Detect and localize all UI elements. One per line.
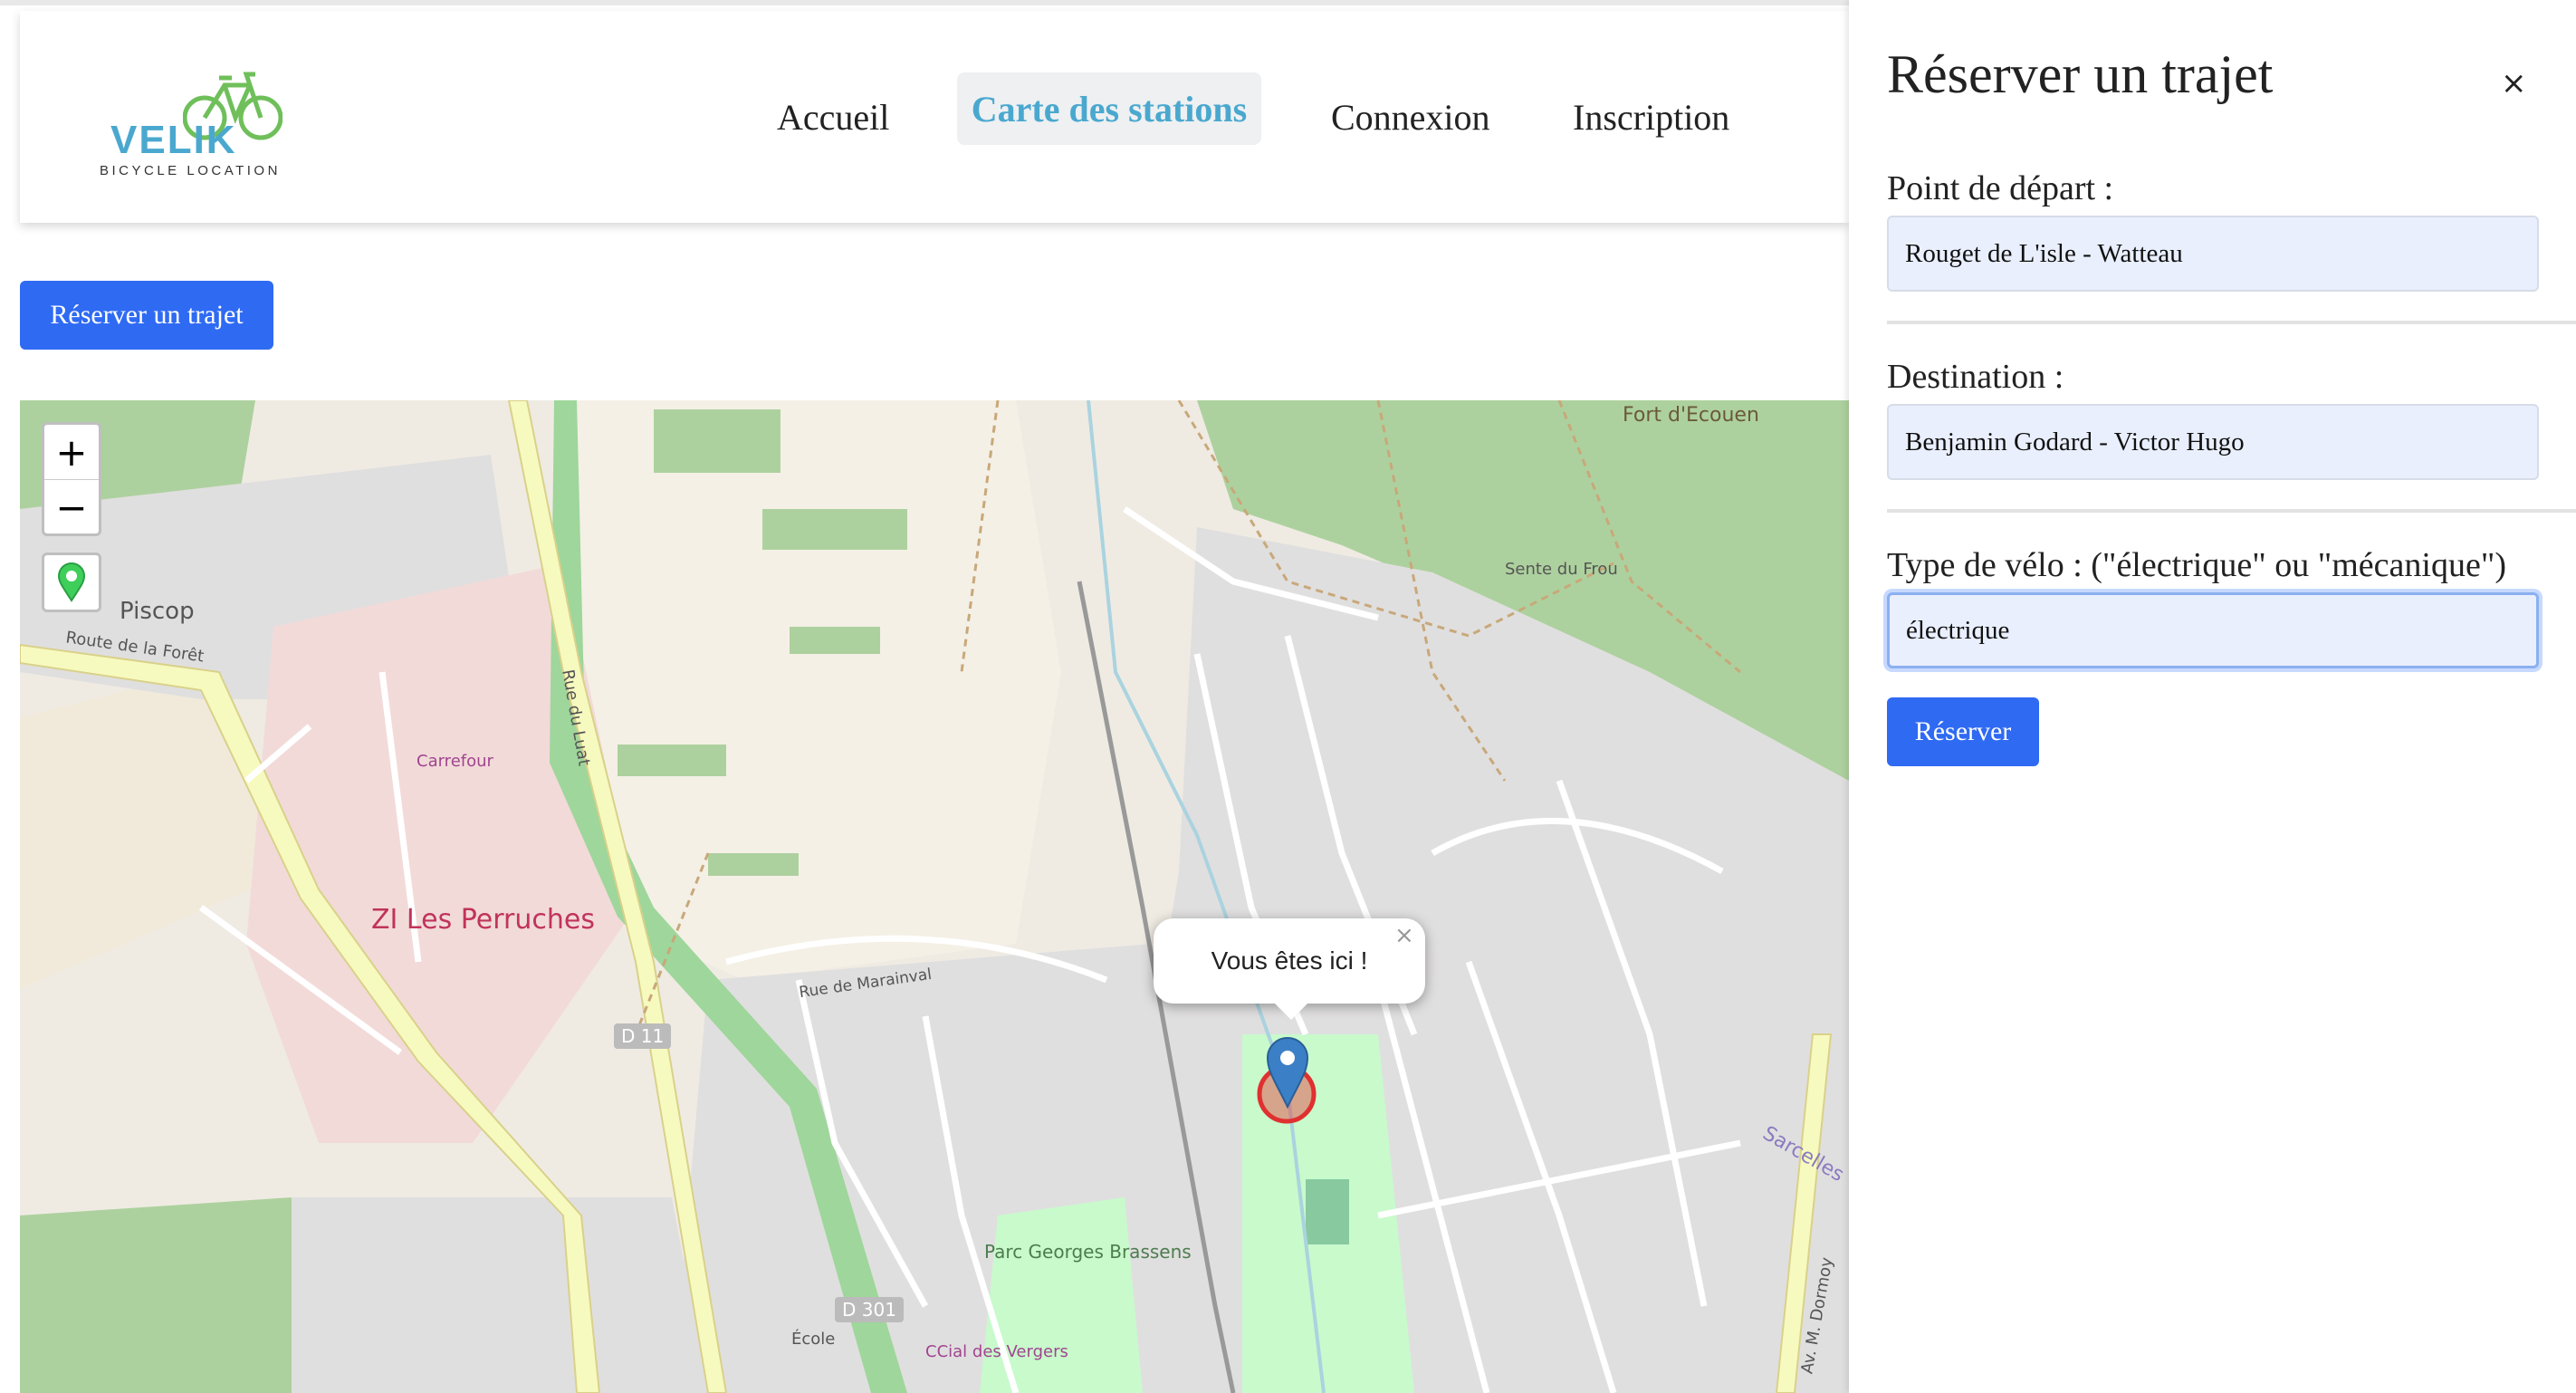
map-label-zi-perruches: ZI Les Perruches <box>371 904 595 936</box>
departure-input[interactable]: Rouget de L'isle - Watteau <box>1887 216 2539 292</box>
map-label-fort-ecouen: Fort d'Ecouen <box>1623 404 1759 427</box>
brand-logo[interactable]: VELIK BICYCLE LOCATION <box>74 65 292 183</box>
destination-label: Destination : <box>1887 358 2064 396</box>
nav-inscription[interactable]: Inscription <box>1573 96 1729 139</box>
map-label-ccial: CCial des Vergers <box>925 1342 1068 1361</box>
popup-tip <box>1273 1002 1309 1020</box>
logo-wordmark: VELIK <box>110 118 237 162</box>
nav-connexion[interactable]: Connexion <box>1331 96 1490 139</box>
nav-accueil[interactable]: Accueil <box>777 96 889 139</box>
map-label-d11: D 11 <box>614 1023 672 1049</box>
zoom-in-button[interactable]: + <box>44 425 99 480</box>
stations-map[interactable]: Piscop ZI Les Perruches Carrefour Fort d… <box>20 400 1849 1393</box>
nav-carte-des-stations[interactable]: Carte des stations <box>957 72 1261 145</box>
locate-button[interactable] <box>42 552 101 612</box>
popup-text: Vous êtes ici ! <box>1211 946 1368 975</box>
departure-label: Point de départ : <box>1887 169 2114 207</box>
map-label-d301: D 301 <box>835 1297 904 1322</box>
reserve-trip-button[interactable]: Réserver un trajet <box>20 281 273 350</box>
map-label-carrefour: Carrefour <box>417 752 493 771</box>
divider <box>1887 321 2576 324</box>
divider <box>1887 509 2576 513</box>
zoom-out-button[interactable]: − <box>44 480 99 533</box>
location-popup: Vous êtes ici ! <box>1154 918 1425 1004</box>
map-label-ecole: École <box>791 1330 836 1349</box>
zoom-control: + − <box>42 422 101 536</box>
map-label-piscop: Piscop <box>120 598 195 625</box>
reservation-panel: Réserver un trajet × Point de départ : R… <box>1849 0 2576 1393</box>
bike-type-input[interactable]: électrique <box>1887 592 2539 668</box>
close-icon[interactable]: × <box>2501 65 2527 101</box>
site-header: VELIK BICYCLE LOCATION Accueil Carte des… <box>20 11 1849 223</box>
panel-title: Réserver un trajet <box>1887 44 2274 104</box>
map-label-parc: Parc Georges Brassens <box>984 1241 1192 1263</box>
map-tiles <box>20 400 1849 1393</box>
submit-reservation-button[interactable]: Réserver <box>1887 697 2039 766</box>
popup-close-button[interactable]: × <box>1394 922 1414 949</box>
bike-type-label: Type de vélo : ("électrique" ou "mécaniq… <box>1887 546 2506 584</box>
map-label-sente-frou: Sente du Frou <box>1505 560 1618 579</box>
destination-input[interactable]: Benjamin Godard - Victor Hugo <box>1887 404 2539 480</box>
logo-tagline: BICYCLE LOCATION <box>100 163 281 178</box>
map-pin-icon <box>57 562 86 602</box>
